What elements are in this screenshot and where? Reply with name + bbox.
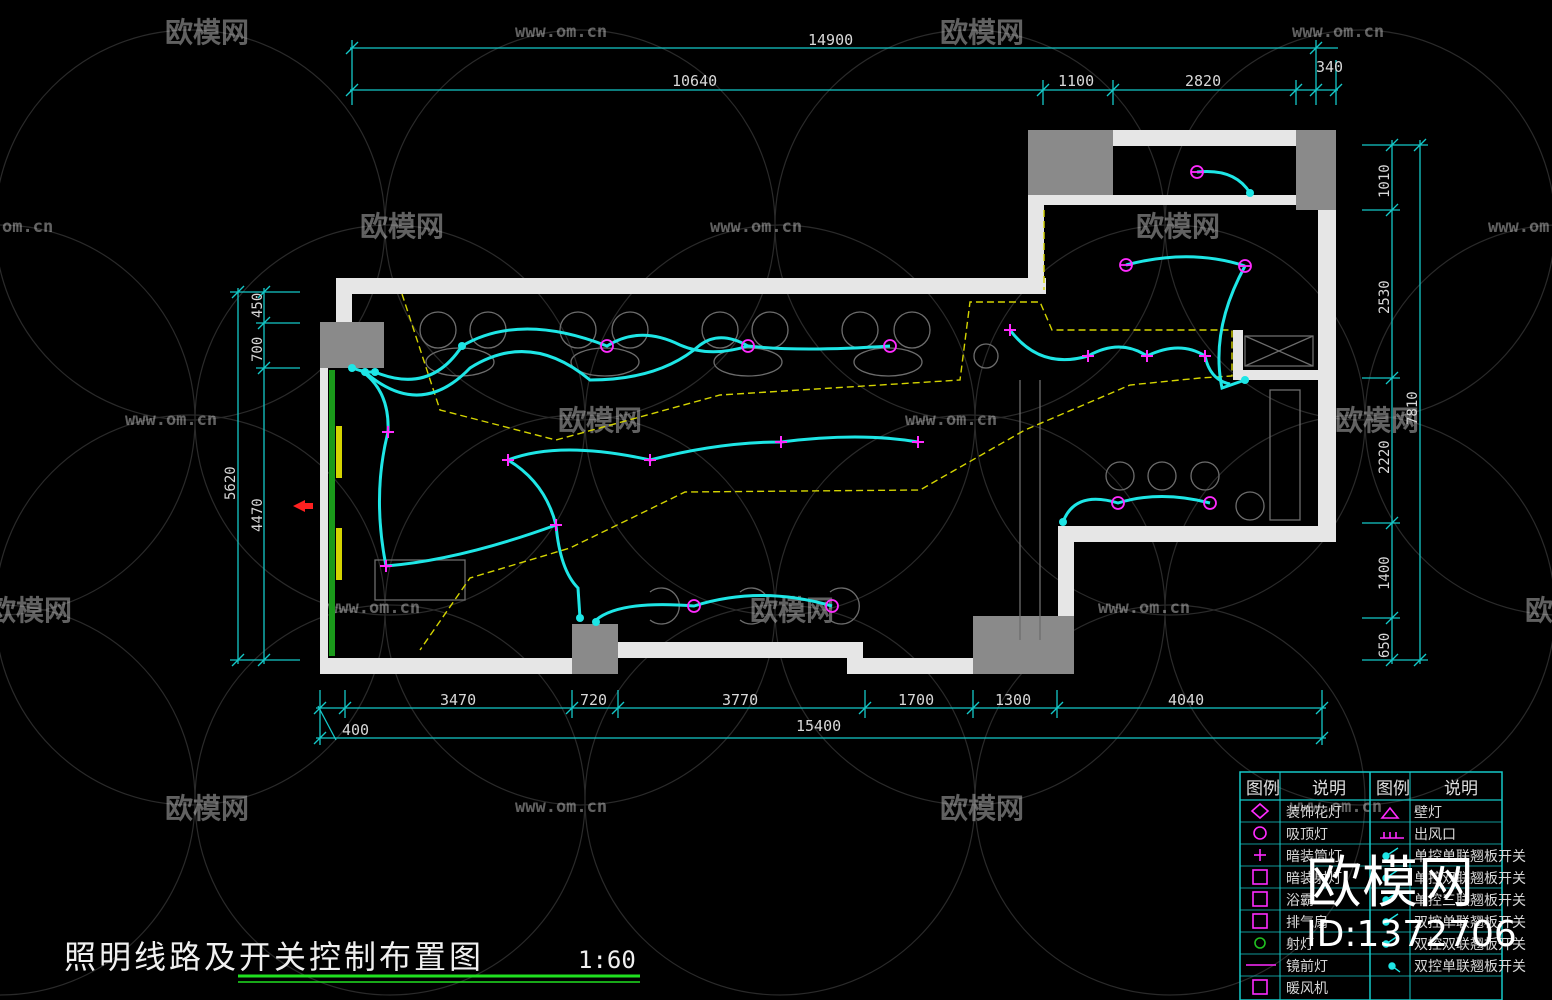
- watermark-brand: 欧模网: [1136, 210, 1220, 243]
- watermark-brand: 欧模网: [940, 16, 1024, 49]
- dim-bottom-segment: 3470: [440, 691, 476, 709]
- cad-drawing: 欧模网 www.om.cn 欧模网 www.om.cn om.cn 欧模网 ww…: [0, 16, 1552, 1000]
- watermark-url: www.om.cn: [1098, 598, 1190, 618]
- furniture: [374, 311, 1314, 640]
- watermark-url: www.om.cn: [905, 410, 997, 430]
- watermark-id: ID:1372706: [1306, 914, 1517, 955]
- watermark-brand: 欧模网: [1525, 594, 1552, 627]
- dim-bottom-segment: 1700: [898, 691, 934, 709]
- top-dimensions: 14900 10640 1100 2820 340: [345, 31, 1343, 105]
- left-dimensions: 5620 450 700 4470: [223, 285, 300, 667]
- legend-header: 说明: [1312, 779, 1346, 799]
- dim-bottom-small: 400: [342, 721, 369, 739]
- legend-header: 图例: [1246, 779, 1280, 799]
- recessed-downlight-box-icon: [1252, 869, 1268, 885]
- drawing-title: 照明线路及开关控制布置图: [64, 938, 484, 976]
- dim-left-segment: 4470: [250, 498, 266, 532]
- legend-label: 壁灯: [1414, 805, 1442, 821]
- entrance-arrow-icon: [293, 500, 313, 512]
- ceiling-lamp-icon: [1238, 259, 1252, 273]
- air-outlet-icon: [1380, 832, 1404, 839]
- dim-right-overall: 7810: [1405, 391, 1421, 425]
- dim-left-segment: 700: [250, 337, 266, 362]
- dim-left-segment: 450: [250, 293, 266, 318]
- dim-right-segment: 650: [1377, 633, 1393, 658]
- exhaust-fan-icon: [1252, 913, 1268, 929]
- decorative-chandelier-icon: [1250, 802, 1270, 820]
- dim-right-segment: 1010: [1377, 164, 1393, 198]
- watermark-url: www.om.cn: [1488, 217, 1552, 237]
- dim-top-segment: 10640: [672, 72, 717, 90]
- ceiling-lamp-icon: [1119, 258, 1133, 272]
- heater-fan-icon: [1252, 979, 1268, 995]
- legend-header: 说明: [1444, 779, 1478, 799]
- drawing-title-block: 照明线路及开关控制布置图 1:60: [64, 938, 640, 983]
- dim-right-segment: 1400: [1377, 556, 1393, 590]
- glass-facade: [293, 370, 342, 656]
- dim-bottom-overall: 15400: [796, 717, 841, 735]
- right-dimensions: 1010 2530 2220 1400 650 7810: [1362, 138, 1428, 667]
- dim-top-segment: 2820: [1185, 72, 1221, 90]
- dim-top-segment: 1100: [1058, 72, 1094, 90]
- watermark-brand: 欧模网: [360, 210, 444, 243]
- drawing-scale: 1:60: [578, 946, 636, 974]
- watermark-url: www.om.cn: [328, 598, 420, 618]
- watermark-brand: 欧模网: [1306, 851, 1474, 916]
- watermark-brand: 欧模网: [0, 594, 72, 627]
- dim-bottom-segment: 1300: [995, 691, 1031, 709]
- legend-label: 出风口: [1414, 827, 1456, 843]
- watermark-brand: 欧模网: [940, 792, 1024, 825]
- spotlight-icon: [1254, 937, 1266, 949]
- dim-right-segment: 2220: [1377, 440, 1393, 474]
- watermark-url: www.om.cn: [1292, 22, 1384, 42]
- ceiling-lamp-icon: [1253, 826, 1267, 840]
- dim-left-overall: 5620: [223, 466, 239, 500]
- dim-bottom-segment: 3770: [722, 691, 758, 709]
- wall-lamp-icon: [1380, 806, 1400, 819]
- legend-label: 吸顶灯: [1286, 827, 1328, 843]
- legend-label: 暖风机: [1286, 981, 1328, 997]
- legend-label: 双控单联翘板开关: [1414, 959, 1526, 975]
- bath-heater-icon: [1252, 891, 1268, 907]
- ceiling-lamp-icon: [1190, 165, 1204, 179]
- dim-bottom-segment: 4040: [1168, 691, 1204, 709]
- bottom-dimensions: 3470 720 3770 1700 1300 4040 15400 400: [313, 690, 1329, 745]
- watermark-url: www.om.cn: [515, 22, 607, 42]
- watermark-brand: 欧模网: [165, 16, 249, 49]
- watermark-url: www.om.cn: [710, 217, 802, 237]
- watermark-url: www.om.cn: [515, 797, 607, 817]
- dim-bottom-segment: 720: [580, 691, 607, 709]
- legend-label: 装饰花灯: [1286, 805, 1342, 821]
- dim-top-segment: 340: [1316, 58, 1343, 76]
- watermark-url: www.om.cn: [125, 410, 217, 430]
- watermark-url: om.cn: [2, 217, 53, 237]
- legend-header: 图例: [1376, 779, 1410, 799]
- watermark-brand: 欧模网: [165, 792, 249, 825]
- recessed-light-icon: [1254, 849, 1266, 861]
- ceiling-outline: [401, 210, 1233, 651]
- dim-top-overall: 14900: [808, 31, 853, 49]
- switch-icon: [348, 189, 1254, 626]
- dim-right-segment: 2530: [1377, 280, 1393, 314]
- watermark-brand: 欧模网: [558, 404, 642, 437]
- legend-label: 镜前灯: [1286, 958, 1328, 975]
- switch-icon: [1388, 962, 1401, 973]
